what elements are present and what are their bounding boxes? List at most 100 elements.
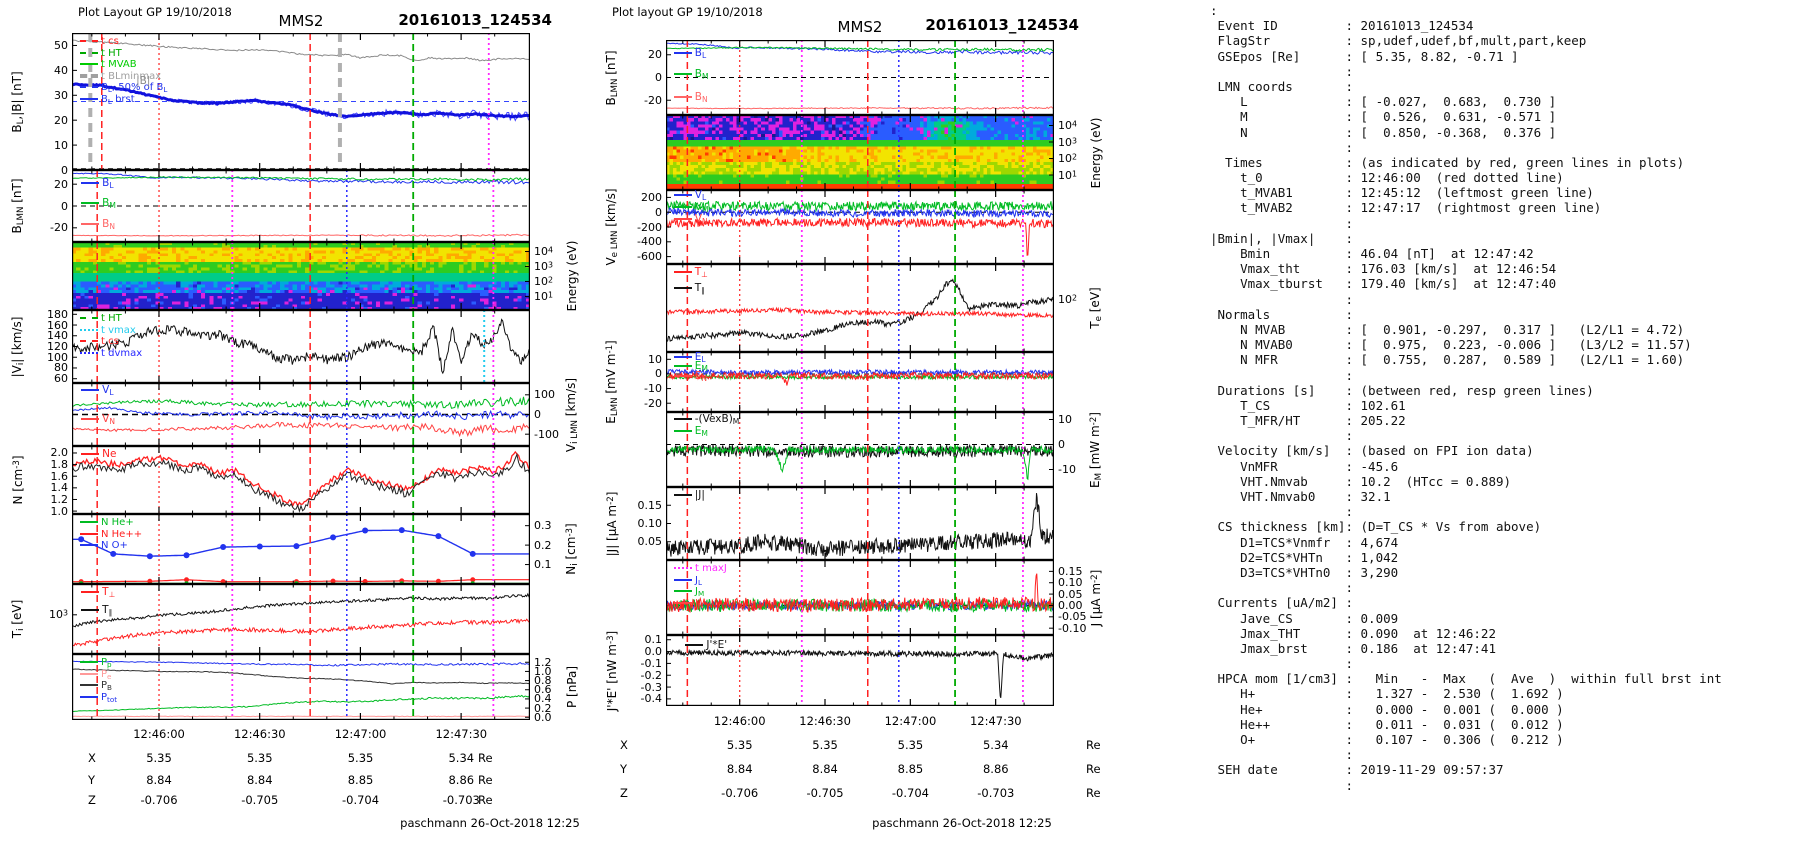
curve-label: |J|: [673, 489, 705, 501]
info-line: Event ID : 20161013_124534: [1210, 18, 1474, 34]
info-line: t_MVAB2 : 12:47:17 (rightmost green line…: [1210, 200, 1602, 216]
legend-item: t dvmax: [80, 348, 142, 359]
coord-row-label: Z: [620, 786, 628, 800]
legend-item: t MVAB: [80, 59, 137, 70]
coord-unit: Re: [478, 793, 493, 807]
legend-item: Pp: [80, 657, 112, 669]
ytick-label: -0.4: [640, 692, 662, 706]
coord-value: 8.84: [246, 773, 273, 787]
panel-minor-ions: [72, 514, 530, 584]
coord-value: 5.35: [726, 738, 753, 752]
info-line: CS thickness [km]: (D=T_CS * Vs from abo…: [1210, 519, 1542, 535]
right-axis-label: Energy (eV): [565, 240, 579, 312]
info-line: |Bmin|, |Vmax| :: [1210, 230, 1353, 246]
coord-value: -0.704: [891, 786, 929, 800]
panel-te: [666, 264, 1054, 352]
coord-value: -0.703: [977, 786, 1015, 800]
coord-unit: Re: [478, 773, 493, 787]
info-line: t_0 : 12:46:00 (red dotted line): [1210, 170, 1564, 186]
time-tick-label: 12:46:30: [799, 714, 851, 728]
event-id: 20161013_124534: [398, 11, 552, 29]
ytick-label: 180: [47, 307, 68, 321]
right-axis-label: EM [mW m-2]: [1087, 411, 1105, 488]
time-tick-label: 12:47:30: [969, 714, 1022, 728]
info-line: :: [1210, 3, 1218, 18]
info-line: :: [1210, 428, 1353, 444]
panel-jmag: [666, 487, 1054, 560]
curve-label: VL: [81, 384, 114, 397]
coord-value: 8.85: [897, 762, 924, 776]
curve-label: BL: [81, 177, 114, 189]
info-line: Jave_CS : 0.009: [1210, 610, 1399, 626]
ytick-label: 10: [54, 138, 68, 152]
info-line: M : [ 0.526, 0.631, -0.571 ]: [1210, 109, 1557, 125]
coord-value: 8.84: [812, 762, 838, 776]
info-line: :: [1210, 504, 1353, 520]
curve-label: |B|: [136, 74, 151, 87]
ytick-label: 30: [54, 88, 68, 102]
info-line: T_CS : 102.61: [1210, 397, 1406, 413]
ytick-label: 0.15: [637, 498, 663, 512]
curve-label: BN: [673, 91, 708, 103]
info-line: N MFR : [ 0.755, 0.287, 0.589 ] (L2/L1 =…: [1210, 352, 1685, 368]
info-line: :: [1210, 139, 1353, 155]
info-line: LMN coords :: [1210, 78, 1353, 94]
y-axis-label: |Vi| [km/s]: [9, 316, 27, 377]
coord-value: 5.35: [146, 751, 172, 765]
curve-label: T∥: [673, 282, 705, 295]
info-line: O+ : 0.107 - 0.306 ( 0.212 ): [1210, 732, 1564, 747]
ytick-label: -400: [637, 235, 662, 249]
ytick-label: 20: [54, 177, 68, 191]
info-line: :: [1210, 291, 1353, 307]
curve-label: EM: [673, 425, 708, 438]
coord-row-label: Y: [88, 773, 96, 787]
time-tick-label: 12:46:00: [133, 727, 185, 741]
coord-value: -0.705: [241, 793, 279, 807]
y-axis-label: Ti [eV]: [9, 599, 27, 639]
coord-value: 8.84: [726, 762, 753, 776]
coord-row-label: Y: [620, 762, 628, 776]
panel-ti: [72, 584, 530, 654]
info-line: Bmin : 46.04 [nT] at 12:47:42: [1210, 246, 1534, 261]
legend-item: t HT: [80, 48, 122, 59]
y-axis-label: |J| [µA m-2]: [605, 491, 619, 556]
panel-bl-absb: [72, 33, 530, 170]
ytick-label: 1.8: [50, 458, 69, 472]
info-line: Normals :: [1210, 306, 1353, 322]
info-line: Velocity [km/s] : (based on FPI ion data…: [1210, 443, 1534, 459]
info-line: Currents [uA/m2] :: [1210, 595, 1353, 611]
right-axis-label: J [µA m-2]: [1089, 569, 1103, 626]
legend-item: N He+: [80, 517, 134, 528]
curve-label: EN: [673, 370, 707, 383]
coord-row-label: X: [620, 738, 628, 752]
right-axis-label: P [nPa]: [565, 665, 579, 709]
ytick-label: 2.0: [50, 446, 69, 460]
info-line: Times : (as indicated by red, green line…: [1210, 154, 1685, 170]
curve-label: VN: [673, 213, 708, 226]
time-tick-label: 12:47:00: [334, 727, 387, 741]
y-axis-label: J'*E' [nW m-3]: [605, 630, 619, 711]
panel-density: [72, 446, 530, 514]
info-line: VnMFR : -45.6: [1210, 458, 1399, 474]
legend-item: t cs: [80, 36, 119, 47]
time-tick-label: 12:47:00: [884, 714, 937, 728]
info-line: L : [ -0.027, 0.683, 0.730 ]: [1210, 94, 1557, 110]
coord-row-label: X: [88, 751, 96, 765]
info-line: He++ : 0.011 - 0.031 ( 0.012 ): [1210, 716, 1564, 732]
info-line: D3=TCS*VHTn0 : 3,290: [1210, 564, 1399, 580]
left-plot: Plot Layout GP 19/10/2018 MMS2 20161013_…: [0, 0, 600, 841]
curve-label: Ne: [81, 448, 116, 460]
ytick-label: 0: [655, 367, 662, 381]
y-axis-label: BL,|B| [nT]: [9, 70, 27, 133]
event-id: 20161013_124534: [925, 16, 1079, 34]
coord-value: 5.35: [347, 751, 374, 765]
legend-item: BL brst: [80, 94, 135, 105]
y-axis-label: Ve LMN [km/s]: [603, 188, 621, 266]
legend-item: JM: [674, 586, 704, 598]
plot-footer: paschmann 26-Oct-2018 12:25: [400, 816, 580, 830]
ytick-label: 0: [61, 163, 68, 177]
info-line: GSEpos [Re] : [ 5.35, 8.82, -0.71 ]: [1210, 48, 1519, 64]
curve-label: T⊥: [673, 266, 708, 279]
curve-label: BM: [81, 197, 116, 210]
panel-ion-spectrogram: [72, 242, 530, 310]
